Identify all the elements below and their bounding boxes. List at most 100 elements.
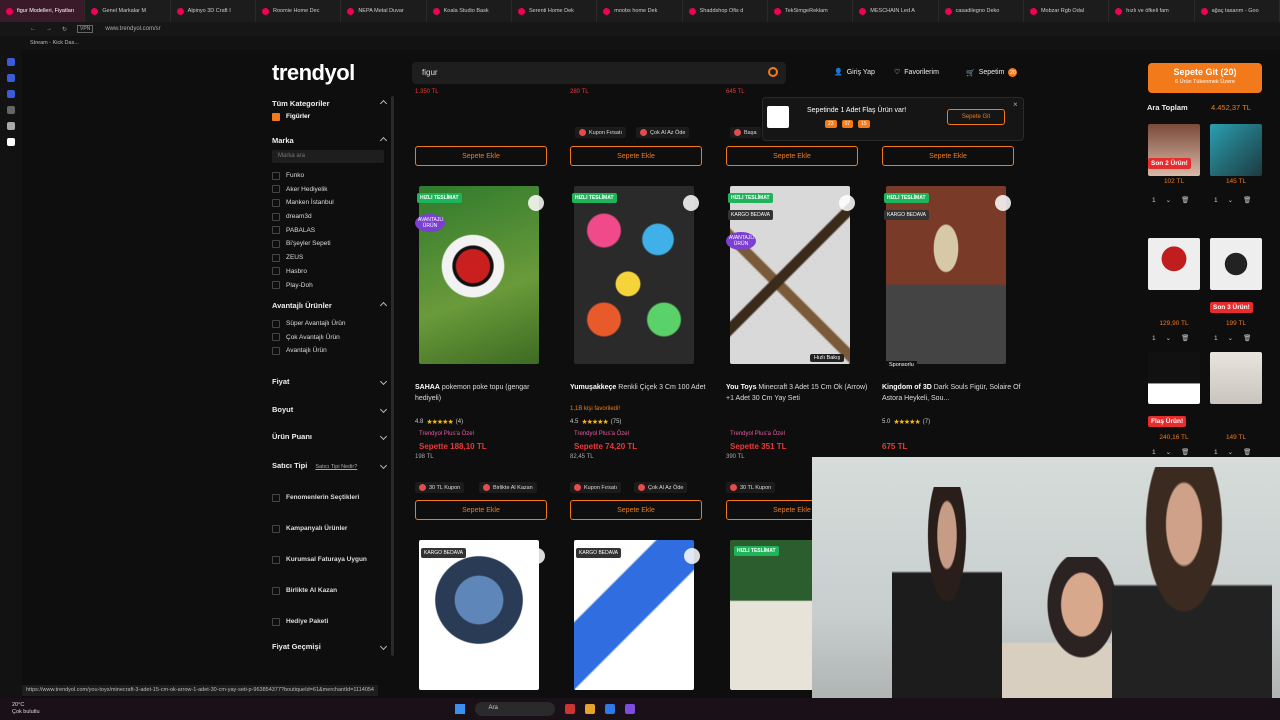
seller-option-item[interactable]: Hediye Paketi xyxy=(272,606,390,637)
browser-tab[interactable]: casadilegno Deko xyxy=(939,0,1024,22)
filter-categories-header[interactable]: Tüm Kategoriler xyxy=(272,96,390,110)
browser-tab[interactable]: Alpinyo 3D Craft I xyxy=(171,0,256,22)
checkbox[interactable] xyxy=(272,493,280,502)
trash-icon[interactable]: 🗑 xyxy=(1243,449,1251,456)
checkbox[interactable] xyxy=(272,555,280,564)
favorite-heart-icon[interactable] xyxy=(683,195,699,211)
checkbox[interactable] xyxy=(272,319,280,328)
favorite-heart-icon[interactable] xyxy=(529,548,545,564)
add-to-cart-button[interactable]: Sepete Ekle xyxy=(415,500,547,520)
browser-tab[interactable]: moobs home Dek xyxy=(597,0,683,22)
brand-filter-item[interactable]: Funko xyxy=(272,169,390,183)
filter-price-history-header[interactable]: Fiyat Geçmişi xyxy=(272,639,390,653)
product-card[interactable]: KARGO BEDAVA xyxy=(570,540,718,690)
brand-filter-item[interactable]: Aker Hediyelik xyxy=(272,182,390,196)
browser-tab[interactable]: Koala Studio Bask xyxy=(427,0,512,22)
sidebar-app-icon[interactable] xyxy=(7,138,15,146)
go-to-cart-button[interactable]: Sepete Git (20) 6 Ürün Tükenmek Üzere xyxy=(1148,63,1262,93)
seller-option-item[interactable]: Kampanyalı Ürünler xyxy=(272,513,390,544)
cart-item-thumbnail[interactable] xyxy=(1210,352,1262,404)
checkbox[interactable] xyxy=(272,346,280,355)
add-to-cart-button[interactable]: Sepete Ekle xyxy=(570,500,702,520)
favorite-heart-icon[interactable] xyxy=(995,195,1011,211)
trash-icon[interactable]: 🗑 xyxy=(1243,197,1251,204)
filter-seller-header[interactable]: Satıcı Tipi Satıcı Tipi Nedir? xyxy=(272,458,390,472)
filter-collapsed-header[interactable]: Ürün Puanı xyxy=(272,423,390,451)
add-to-cart-button[interactable]: Sepete Ekle xyxy=(415,146,547,166)
quantity-selector[interactable]: 1 ⌄ 🗑 xyxy=(1214,196,1251,204)
quantity-selector[interactable]: 1 ⌄ 🗑 xyxy=(1214,448,1251,456)
checkbox[interactable] xyxy=(272,524,280,533)
reload-icon[interactable]: ↻ xyxy=(62,26,67,33)
product-title[interactable]: You Toys Minecraft 3 Adet 15 Cm Ok (Arro… xyxy=(726,382,868,404)
trash-icon[interactable]: 🗑 xyxy=(1181,335,1189,342)
quantity-selector[interactable]: 1 ⌄ 🗑 xyxy=(1152,196,1189,204)
browser-tab[interactable]: ağaç tasarım - Goo xyxy=(1195,0,1280,22)
taskbar-app-icon[interactable] xyxy=(564,704,575,714)
filter-collapsed-header[interactable]: Boyut xyxy=(272,395,390,423)
cart-item-thumbnail[interactable] xyxy=(1148,352,1200,404)
quantity-selector[interactable]: 1 ⌄ 🗑 xyxy=(1152,334,1189,342)
favorites-link[interactable]: ♡ Favorilerim xyxy=(894,68,939,77)
browser-tab[interactable]: MESCHAIN Led A xyxy=(853,0,939,22)
browser-tab[interactable]: hızlı ve öfkeli fam xyxy=(1109,0,1195,22)
taskbar-app-icon[interactable] xyxy=(604,704,615,714)
seller-option-item[interactable]: Kurumsal Faturaya Uygun xyxy=(272,544,390,575)
sidebar-app-icon[interactable] xyxy=(7,58,15,66)
campaign-chip[interactable]: 30 TL Kupon xyxy=(726,482,776,493)
filter-brand-header[interactable]: Marka xyxy=(272,134,390,148)
sidebar-app-icon[interactable] xyxy=(7,74,15,82)
seller-option-item[interactable]: Fenomenlerin Seçtikleri xyxy=(272,482,390,513)
product-image[interactable] xyxy=(419,540,539,690)
quantity-selector[interactable]: 1 ⌄ 🗑 xyxy=(1152,448,1189,456)
trendyol-logo[interactable]: trendyol xyxy=(272,60,355,86)
login-link[interactable]: 👤 Giriş Yap xyxy=(834,68,875,77)
checkbox[interactable] xyxy=(272,212,280,221)
search-icon[interactable] xyxy=(768,67,778,77)
campaign-chip[interactable]: 30 TL Kupon xyxy=(415,482,465,493)
trash-icon[interactable]: 🗑 xyxy=(1181,197,1189,204)
product-card[interactable]: HIZLI TESLİMAT AVANTAJLI ÜRÜN SAHAA pokemo… xyxy=(415,186,563,526)
checkbox[interactable] xyxy=(272,239,280,248)
product-image[interactable] xyxy=(574,186,694,364)
vpn-badge[interactable]: VPN xyxy=(77,25,94,33)
brand-filter-item[interactable]: dream3d xyxy=(272,210,390,224)
checkbox[interactable] xyxy=(272,253,280,262)
campaign-chip[interactable]: Kupon Fırsatı xyxy=(570,482,622,493)
checkbox[interactable] xyxy=(272,586,280,595)
seller-type-link[interactable]: Satıcı Tipi Nedir? xyxy=(315,464,357,470)
address-bar[interactable]: ← → ↻ VPN www.trendyol.com/sr xyxy=(0,22,1280,36)
sidebar-app-icon[interactable] xyxy=(7,106,15,114)
quick-view-button[interactable]: Hızlı Bakış xyxy=(810,354,845,362)
campaign-chip[interactable]: Çok Al Az Öde xyxy=(634,482,688,493)
campaign-chip[interactable]: Çok Al Az Öde xyxy=(636,127,690,138)
popup-go-button[interactable]: Sepete Git xyxy=(947,109,1005,125)
favorite-heart-icon[interactable] xyxy=(839,195,855,211)
cart-link[interactable]: 🛒 Sepetim 20 xyxy=(966,68,1018,77)
taskbar-search[interactable]: Ara xyxy=(474,702,555,716)
checkbox[interactable] xyxy=(272,333,280,342)
quantity-selector[interactable]: 1 ⌄ 🗑 xyxy=(1214,334,1251,342)
checkbox[interactable] xyxy=(272,185,280,194)
browser-tab[interactable]: figur Modelleri, Fiyatları xyxy=(0,0,86,22)
browser-tab[interactable]: Roomie Home Dec xyxy=(256,0,342,22)
close-icon[interactable]: × xyxy=(1013,100,1018,109)
advantaged-filter-item[interactable]: Çok Avantajlı Ürün xyxy=(272,330,390,344)
product-title[interactable]: Yumuşakkeçe Renkli Çiçek 3 Cm 100 Adet xyxy=(570,382,712,393)
sidebar-app-icon[interactable] xyxy=(7,90,15,98)
brand-search-input[interactable]: Marka ara xyxy=(272,149,384,163)
cart-item-thumbnail[interactable] xyxy=(1210,124,1262,176)
product-image[interactable] xyxy=(574,540,694,690)
campaign-chip[interactable]: Birlikte Al Kazan xyxy=(479,482,537,493)
product-image[interactable] xyxy=(730,540,816,690)
add-to-cart-button[interactable]: Sepete Ekle xyxy=(726,146,858,166)
product-image[interactable] xyxy=(419,186,539,364)
trash-icon[interactable]: 🗑 xyxy=(1181,449,1189,456)
advantaged-filter-item[interactable]: Avantajlı Ürün xyxy=(272,344,390,358)
checkbox[interactable] xyxy=(272,226,280,235)
browser-tab[interactable]: Serenti Home Dek xyxy=(512,0,598,22)
cart-item-thumbnail[interactable] xyxy=(1148,238,1200,290)
campaign-chip[interactable]: Kupon Fırsatı xyxy=(575,127,627,138)
checkbox[interactable] xyxy=(272,171,280,180)
favorite-heart-icon[interactable] xyxy=(528,195,544,211)
